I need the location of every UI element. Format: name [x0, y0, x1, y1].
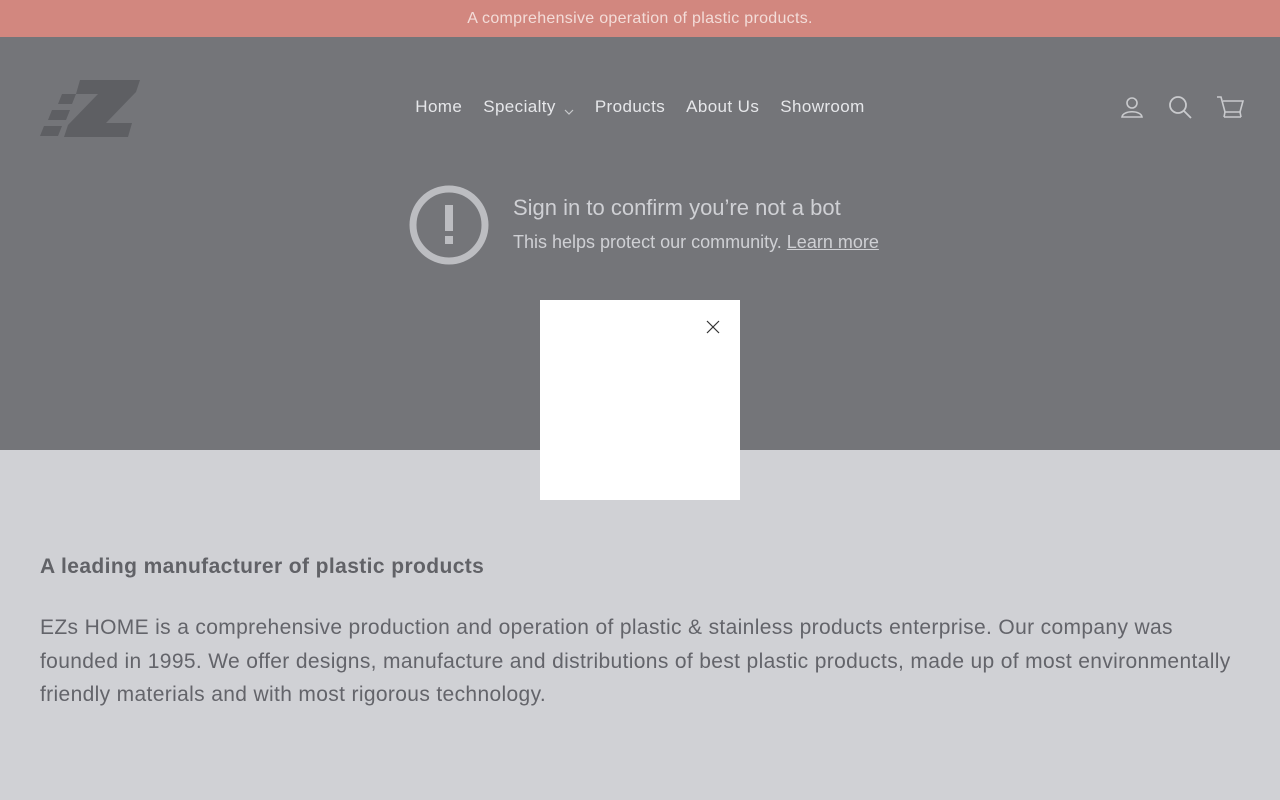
nav-label: Showroom: [780, 97, 865, 116]
bot-check-notice: Sign in to confirm you’re not a bot This…: [409, 185, 929, 265]
search-icon[interactable]: [1168, 95, 1192, 124]
header-icons: [1120, 95, 1245, 124]
nav-label: Home: [415, 97, 463, 116]
chevron-down-icon: [564, 102, 574, 115]
learn-more-link[interactable]: Learn more: [787, 232, 879, 252]
section-heading: A leading manufacturer of plastic produc…: [40, 555, 485, 578]
announcement-text: A comprehensive operation of plastic pro…: [467, 9, 813, 27]
bot-notice-subtitle: This helps protect our community. Learn …: [513, 232, 879, 253]
nav-item-about-us[interactable]: About Us: [676, 97, 770, 117]
main-nav: Home Specialty Products About Us Showroo…: [0, 97, 1280, 117]
nav-label: Specialty: [483, 97, 556, 116]
nav-item-specialty[interactable]: Specialty: [473, 97, 585, 117]
nav-label: Products: [594, 97, 666, 116]
company-description: EZs HOME is a comprehensive production a…: [40, 616, 1231, 706]
nav-item-products[interactable]: Products: [584, 97, 675, 117]
close-icon[interactable]: [702, 316, 724, 338]
alert-icon: [409, 185, 489, 265]
nav-item-showroom[interactable]: Showroom: [770, 97, 875, 117]
account-icon[interactable]: [1120, 95, 1144, 124]
popup-modal: [540, 300, 740, 500]
nav-label: About Us: [686, 97, 760, 116]
bot-notice-text: This helps protect our community.: [513, 232, 782, 252]
cart-icon[interactable]: [1216, 95, 1245, 124]
announcement-bar: A comprehensive operation of plastic pro…: [0, 0, 1280, 37]
bot-notice-title: Sign in to confirm you’re not a bot: [513, 195, 841, 220]
nav-item-home[interactable]: Home: [405, 97, 473, 117]
